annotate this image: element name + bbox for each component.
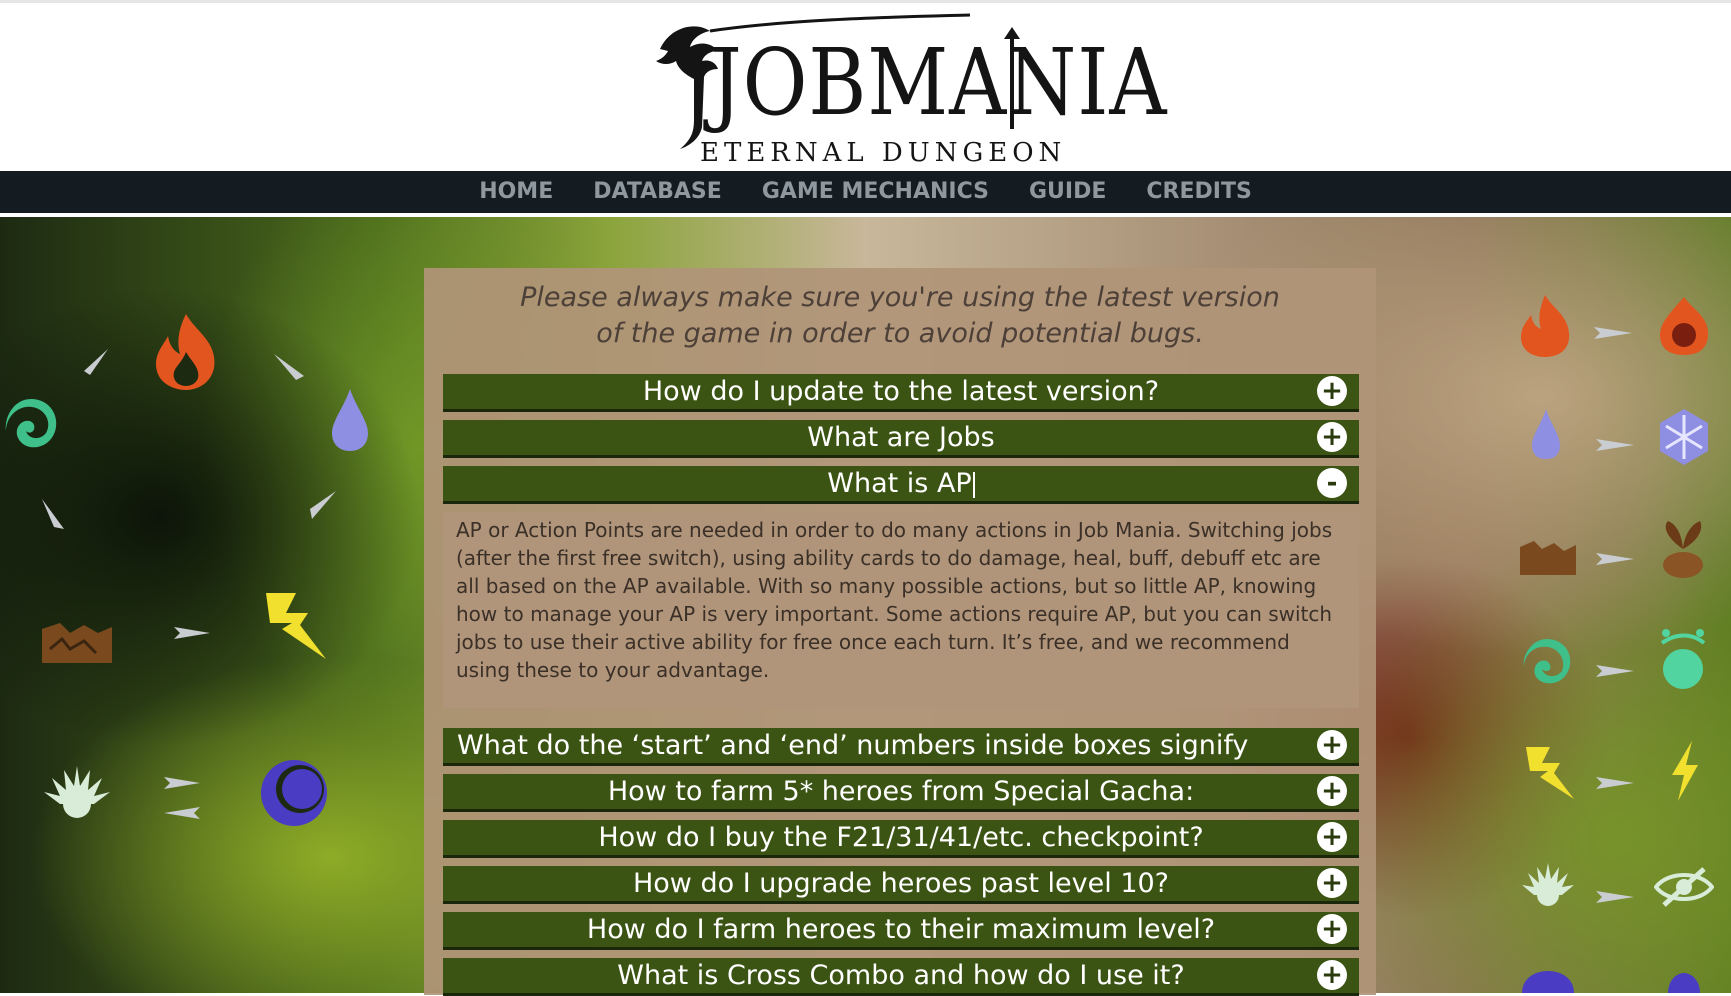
fire-icon	[1521, 295, 1570, 357]
version-notice: Please always make sure you're using the…	[424, 280, 1376, 352]
faq-item[interactable]: What do the ‘start’ and ‘end’ numbers in…	[443, 728, 1359, 766]
faq-question: What are Jobs	[807, 422, 995, 453]
wind-icon	[1523, 639, 1571, 684]
bolt-icon	[1672, 741, 1698, 801]
sprout-icon	[1663, 521, 1703, 578]
faq-item[interactable]: How do I buy the F21/31/41/etc. checkpoi…	[443, 820, 1359, 858]
faq-question-text: What is AP	[827, 468, 972, 499]
arrow-icon	[174, 627, 210, 639]
snowflake-icon	[1660, 409, 1708, 465]
lightning-icon	[1526, 747, 1574, 799]
nav-home[interactable]: HOME	[479, 171, 553, 213]
notice-line-2: of the game in order to avoid potential …	[596, 318, 1204, 349]
expand-icon[interactable]: +	[1317, 376, 1347, 406]
notice-line-1: Please always make sure you're using the…	[520, 282, 1280, 313]
arrow-icon	[1596, 665, 1634, 677]
blind-icon	[1654, 867, 1714, 907]
main-nav: HOME DATABASE GAME MECHANICS GUIDE CREDI…	[0, 171, 1731, 213]
faq-panel: Please always make sure you're using the…	[424, 268, 1376, 996]
nav-guide[interactable]: GUIDE	[1029, 171, 1106, 213]
arrow-icon	[1596, 777, 1634, 789]
faq-question: What is AP	[443, 466, 1359, 501]
arrow-icon	[1596, 439, 1634, 451]
water-icon	[1532, 409, 1560, 459]
faq-item[interactable]: What is Cross Combo and how do I use it?…	[443, 958, 1359, 996]
faq-question: How do I farm heroes to their maximum le…	[586, 914, 1216, 945]
arrow-icon	[164, 807, 200, 819]
nav-credits[interactable]: CREDITS	[1146, 171, 1251, 213]
faq-item[interactable]: How do I farm heroes to their maximum le…	[443, 912, 1359, 950]
expand-icon[interactable]: +	[1317, 822, 1347, 852]
faq-question: What do the ‘start’ and ‘end’ numbers in…	[457, 730, 1249, 761]
dark-icon	[1668, 973, 1700, 993]
light-icon	[44, 766, 110, 818]
expand-icon[interactable]: +	[1317, 776, 1347, 806]
arrow-icon	[310, 491, 336, 519]
expand-icon[interactable]: +	[1317, 960, 1347, 990]
arrow-icon	[274, 354, 304, 380]
faq-question: How do I upgrade heroes past level 10?	[632, 868, 1170, 899]
faq-item-expanded[interactable]: What is AP -	[443, 466, 1359, 504]
expand-icon[interactable]: +	[1317, 868, 1347, 898]
expand-icon[interactable]: +	[1317, 914, 1347, 944]
arrow-icon	[1596, 891, 1634, 903]
faq-question: How do I buy the F21/31/41/etc. checkpoi…	[598, 822, 1204, 853]
nav-game-mechanics[interactable]: GAME MECHANICS	[762, 171, 989, 213]
arrow-icon	[84, 349, 108, 375]
expand-icon[interactable]: +	[1317, 730, 1347, 760]
wind-icon	[5, 399, 57, 448]
logo-subtitle: ETERNAL DUNGEON	[700, 138, 1067, 168]
arrow-icon	[1594, 327, 1632, 339]
faq-question: How do I update to the latest version?	[642, 376, 1160, 407]
water-icon	[332, 389, 368, 451]
lightning-icon	[266, 593, 326, 659]
dark-icon	[261, 760, 327, 826]
earth-icon	[1520, 541, 1576, 575]
faq-item[interactable]: What are Jobs +	[443, 420, 1359, 458]
logo-title: JOBMANIA	[710, 29, 1168, 136]
collapse-icon[interactable]: -	[1317, 468, 1347, 498]
arrow-icon	[1596, 553, 1634, 565]
earth-icon	[42, 623, 112, 663]
faq-item[interactable]: How to farm 5* heroes from Special Gacha…	[443, 774, 1359, 812]
arrow-icon	[42, 499, 64, 529]
expand-icon[interactable]: +	[1317, 422, 1347, 452]
faq-answer: AP or Action Points are needed in order …	[443, 512, 1359, 708]
nav-database[interactable]: DATABASE	[593, 171, 722, 213]
skull-fire-icon	[1660, 297, 1709, 355]
fire-icon	[156, 314, 215, 390]
dark-icon	[1522, 971, 1574, 993]
text-cursor	[972, 471, 975, 498]
light-icon	[1522, 863, 1574, 906]
faq-question: How to farm 5* heroes from Special Gacha…	[607, 776, 1195, 807]
arrow-icon	[164, 777, 200, 789]
faq-item[interactable]: How do I upgrade heroes past level 10? +	[443, 866, 1359, 904]
dizzy-icon	[1660, 629, 1706, 689]
site-logo[interactable]: JOBMANIA ETERNAL DUNGEON	[640, 9, 1167, 169]
faq-item[interactable]: How do I update to the latest version? +	[443, 374, 1359, 412]
faq-question: What is Cross Combo and how do I use it?	[617, 960, 1185, 991]
site-header: JOBMANIA ETERNAL DUNGEON	[0, 3, 1731, 171]
